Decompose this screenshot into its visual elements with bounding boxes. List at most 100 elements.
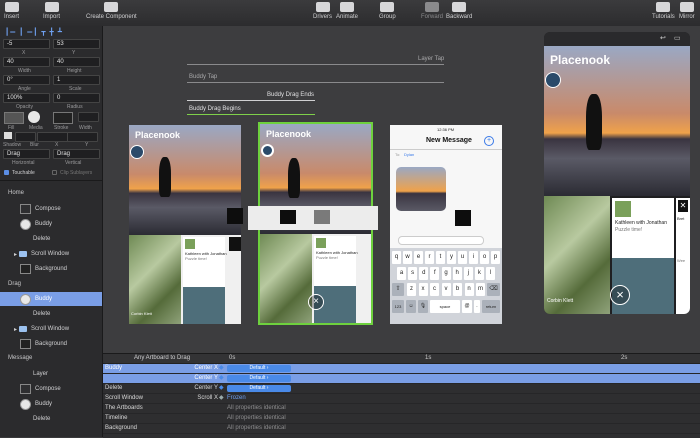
rotate-icon[interactable]: ▭ (674, 34, 681, 42)
dot-key[interactable]: . (474, 300, 480, 313)
scale-field[interactable]: 1 (53, 75, 100, 85)
drivers-button[interactable]: Drivers (313, 2, 332, 24)
layer-row-selected[interactable]: Buddy (0, 292, 102, 306)
backspace-key[interactable]: ⌫ (487, 283, 500, 296)
shadow-swatch[interactable] (4, 132, 12, 139)
y-field[interactable]: 53 (53, 39, 100, 49)
artboard-home[interactable]: Home (8, 190, 24, 196)
return-key[interactable]: return (482, 300, 500, 313)
key-q[interactable]: q (392, 251, 401, 264)
key-f[interactable]: f (430, 267, 440, 280)
layer-row[interactable]: Background (0, 337, 102, 351)
gesture-label[interactable]: Buddy Drag Ends (267, 92, 314, 98)
timeline-row[interactable]: Delete Center Y ◆ Default › (103, 384, 700, 394)
device-preview[interactable]: ↩ ▭ Placenook Kathleen with Jonathan Puz… (544, 32, 690, 314)
gesture-label[interactable]: Buddy Tap (189, 74, 217, 80)
angle-field[interactable]: 0° (3, 75, 50, 85)
animate-button[interactable]: Animate (336, 2, 358, 24)
key-u[interactable]: u (458, 251, 467, 264)
transition-label[interactable]: Any Artboard to Drag (134, 355, 190, 361)
delete-icon[interactable]: × (610, 285, 630, 305)
artboard-home-preview[interactable]: Placenook Kathleen with Jonathan Puzzle … (129, 125, 241, 324)
keyframe-icon[interactable]: ◆ (219, 395, 225, 402)
x-field[interactable]: -5 (3, 39, 50, 49)
key-i[interactable]: i (469, 251, 478, 264)
back-icon[interactable]: ↩ (660, 34, 666, 42)
delete-icon[interactable]: ✕ (678, 200, 688, 212)
timeline-row[interactable]: Scroll Window Scroll X ◆ Frozen (103, 394, 700, 404)
stroke-width-field[interactable] (78, 112, 99, 122)
key-g[interactable]: g (441, 267, 451, 280)
radius-field[interactable]: 0 (53, 93, 100, 103)
key-c[interactable]: c (430, 283, 439, 296)
clip-checkbox[interactable] (52, 170, 57, 175)
delete-icon[interactable] (229, 237, 241, 251)
key-h[interactable]: h (452, 267, 462, 280)
key-b[interactable]: b (453, 283, 462, 296)
tutorials-button[interactable]: Tutorials (652, 2, 675, 24)
touchable-checkbox[interactable] (4, 170, 9, 175)
timeline-row[interactable]: Center Y ◆ Default › (103, 374, 700, 384)
key-r[interactable]: r (425, 251, 434, 264)
key-m[interactable]: m (476, 283, 485, 296)
layer-row[interactable]: Buddy (0, 217, 102, 231)
blur-field[interactable] (15, 132, 36, 142)
at-key[interactable]: @ (462, 300, 472, 313)
opacity-field[interactable]: 100% (3, 93, 50, 103)
layer-row[interactable]: Compose (0, 202, 102, 216)
shadow-x-field[interactable] (37, 132, 68, 142)
keyframe-icon[interactable]: ◆ (219, 365, 225, 372)
buddy-avatar[interactable] (545, 72, 561, 88)
numbers-key[interactable]: 123 (392, 300, 404, 313)
to-recipient[interactable]: Dylan (404, 152, 414, 157)
keyframe-icon[interactable]: ◆ (219, 385, 225, 392)
animation-curve-bar[interactable]: Default › (227, 375, 291, 382)
timeline-row[interactable]: Buddy Center X ◆ Default › (103, 364, 700, 374)
key-j[interactable]: j (463, 267, 473, 280)
timeline-row[interactable]: Timeline All properties identical (103, 414, 700, 424)
layer-row[interactable]: ▸ Scroll Window (0, 322, 102, 336)
key-o[interactable]: o (480, 251, 489, 264)
buddy-avatar[interactable] (130, 145, 144, 159)
media-thumbnail[interactable] (28, 111, 40, 123)
layer-row[interactable]: Delete (0, 232, 102, 246)
animation-curve-bar[interactable]: Default › (227, 385, 291, 392)
layer-row[interactable]: Compose (0, 382, 102, 396)
mirror-button[interactable]: Mirror (679, 2, 695, 24)
key-v[interactable]: v (441, 283, 451, 296)
stroke-swatch[interactable] (53, 112, 73, 124)
key-a[interactable]: a (397, 267, 406, 280)
layer-row[interactable]: Buddy (0, 397, 102, 411)
key-l[interactable]: l (486, 267, 495, 280)
key-p[interactable]: p (491, 251, 500, 264)
forward-button[interactable]: Forward (421, 2, 443, 24)
horizontal-select[interactable]: Drag (3, 149, 50, 159)
create-component-button[interactable]: Create Component (86, 2, 137, 24)
microphone-key[interactable]: 🎙 (418, 300, 428, 313)
gesture-label[interactable]: Buddy Drag Begins (189, 106, 241, 112)
animation-curve-bar[interactable]: Default › (227, 365, 291, 372)
timeline-row[interactable]: Background All properties identical (103, 424, 700, 434)
height-field[interactable]: 40 (53, 57, 100, 67)
layer-row[interactable]: Layer (0, 367, 102, 381)
key-y[interactable]: y (447, 251, 456, 264)
canvas[interactable]: Layer Tap Buddy Tap Buddy Drag Ends Budd… (103, 26, 700, 353)
key-n[interactable]: n (464, 283, 474, 296)
artboard-drag[interactable]: Drag (8, 281, 21, 287)
message-input[interactable] (398, 236, 484, 245)
key-e[interactable]: e (414, 251, 423, 264)
layer-row[interactable]: Background (0, 262, 102, 276)
key-x[interactable]: x (418, 283, 428, 296)
keyframe-icon[interactable]: ◆ (219, 375, 225, 382)
timeline-row[interactable]: The Artboards All properties identical (103, 404, 700, 414)
align-icons[interactable]: ┃═ ┃ ═┃ ┳ ╋ ┻ (5, 28, 97, 36)
gesture-label[interactable]: Layer Tap (418, 56, 444, 62)
buddy-avatar[interactable] (261, 144, 274, 157)
shift-key[interactable]: ⇧ (392, 283, 404, 296)
space-key[interactable]: space (430, 300, 460, 313)
key-z[interactable]: z (407, 283, 416, 296)
artboard-message-preview[interactable]: 12:36 PM New Message + To: Dylan qwertyu… (390, 125, 502, 324)
backward-button[interactable]: Backward (446, 2, 472, 24)
import-button[interactable]: Import (43, 2, 60, 24)
layer-row[interactable]: Delete (0, 307, 102, 321)
